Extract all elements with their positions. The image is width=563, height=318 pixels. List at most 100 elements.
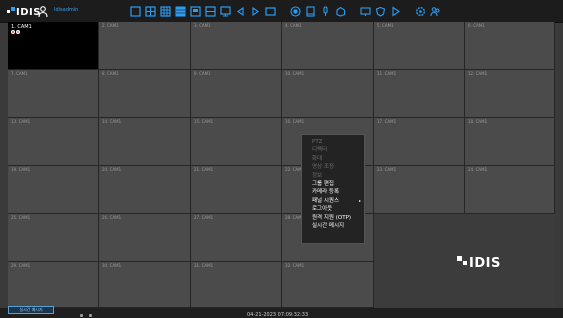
camera-label: 24. CAM1 [468, 167, 488, 172]
camera-label: 21. CAM1 [194, 167, 214, 172]
camera-cell[interactable]: 9. CAM1 [191, 70, 282, 118]
camera-cell[interactable]: 18. CAM1 [465, 118, 555, 166]
camera-cell[interactable]: 21. CAM1 [191, 166, 282, 214]
user-login-icon[interactable] [37, 4, 49, 18]
layout-custom-a-icon[interactable] [205, 6, 216, 17]
camera-cell[interactable]: 15. CAM1 [191, 118, 282, 166]
camera-cell[interactable]: 23. CAM1 [374, 166, 465, 214]
layout-5x5-icon[interactable] [190, 6, 201, 17]
camera-label: 23. CAM1 [377, 167, 397, 172]
camera-cell[interactable]: 14. CAM1 [99, 118, 191, 166]
shield-icon[interactable] [375, 6, 386, 17]
camera-label: 4. CAM1 [285, 23, 302, 28]
context-menu-item: 화대 [302, 155, 364, 163]
camera-cell[interactable]: 30. CAM1 [99, 262, 191, 308]
menu-item-label: 화대 [312, 155, 323, 162]
camera-cell[interactable]: 17. CAM1 [374, 118, 465, 166]
camera-cell[interactable]: 8. CAM1 [99, 70, 191, 118]
camera-label: 16. CAM1 [285, 119, 305, 124]
camera-label: 32. CAM1 [285, 263, 305, 268]
live-message-button[interactable]: 실시간 메시지 [8, 306, 54, 314]
fullscreen-icon[interactable] [265, 6, 276, 17]
camera-label: 18. CAM1 [468, 119, 488, 124]
context-menu-item: 정보 [302, 172, 364, 180]
camera-cell[interactable]: 11. CAM1 [374, 70, 465, 118]
camera-cell[interactable]: 4. CAM1 [282, 22, 374, 70]
layout-2x2-icon[interactable] [145, 6, 156, 17]
camera-cell[interactable]: 5. CAM1 [374, 22, 465, 70]
camera-cell[interactable]: 31. CAM1 [191, 262, 282, 308]
alarm-icon[interactable] [305, 6, 316, 17]
mic-icon[interactable] [320, 6, 331, 17]
next-group-icon[interactable] [250, 6, 261, 17]
camera-label: 20. CAM1 [102, 167, 122, 172]
play-icon[interactable] [390, 6, 401, 17]
camera-cell[interactable]: 3. CAM1 [191, 22, 282, 70]
menu-item-label: 원격 지원 (OTP) [312, 214, 352, 221]
camera-label: 17. CAM1 [377, 119, 397, 124]
camera-label: 10. CAM1 [285, 71, 305, 76]
camera-cell[interactable]: 26. CAM1 [99, 214, 191, 262]
camera-label: 19. CAM1 [11, 167, 31, 172]
top-toolbar: IDIS Idisadmin [0, 0, 563, 23]
camera-cell[interactable]: 6. CAM1 [465, 22, 555, 70]
camera-label: 15. CAM1 [194, 119, 214, 124]
camera-label: 26. CAM1 [102, 215, 122, 220]
settings-icon[interactable] [415, 6, 426, 17]
motion-indicator-icon [16, 30, 20, 34]
menu-item-label: 영상 조정 [312, 164, 334, 171]
watermark-text: IDIS [469, 256, 501, 271]
menu-item-label: 로그아웃 [312, 206, 333, 213]
context-menu-item: 영상 조정 [302, 163, 364, 171]
prev-group-icon[interactable] [235, 6, 246, 17]
context-menu-item[interactable]: 카메라 등록 [302, 188, 364, 196]
context-menu-item[interactable]: 패널 시퀀스 ▸ [302, 197, 364, 205]
context-menu-item[interactable]: 그룹 편집 [302, 180, 364, 188]
layout-4x4-icon[interactable] [175, 6, 186, 17]
camera-cell[interactable]: 19. CAM1 [8, 166, 99, 214]
camera-label: 8. CAM1 [102, 71, 119, 76]
camera-label: 27. CAM1 [194, 215, 214, 220]
camera-label: 30. CAM1 [102, 263, 122, 268]
camera-label: 25. CAM1 [11, 215, 31, 220]
layout-3x3-icon[interactable] [160, 6, 171, 17]
camera-label: 11. CAM1 [377, 71, 397, 76]
record-indicator-icon [11, 30, 15, 34]
camera-cell[interactable]: 7. CAM1 [8, 70, 99, 118]
camera-cell[interactable]: 2. CAM1 [99, 22, 191, 70]
camera-cell[interactable]: 10. CAM1 [282, 70, 374, 118]
camera-cell[interactable]: 27. CAM1 [191, 214, 282, 262]
context-menu-item: PTZ [302, 138, 364, 146]
camera-label: 12. CAM1 [468, 71, 488, 76]
idis-watermark-logo: IDIS [457, 256, 501, 271]
camera-cell[interactable]: 24. CAM1 [465, 166, 555, 214]
layout-custom-b-icon[interactable] [220, 6, 231, 17]
camera-label: 5. CAM1 [377, 23, 394, 28]
camera-label: 3. CAM1 [194, 23, 211, 28]
cube-icon[interactable] [335, 6, 346, 17]
camera-label: 6. CAM1 [468, 23, 485, 28]
camera-cell[interactable]: 1. CAM1 [8, 22, 99, 70]
record-icon[interactable] [290, 6, 301, 17]
menu-item-label: 카메라 등록 [312, 189, 340, 196]
context-menu-item[interactable]: 원격 지원 (OTP) [302, 214, 364, 222]
status-icons [80, 314, 92, 317]
camera-cell[interactable]: 25. CAM1 [8, 214, 99, 262]
camera-cell[interactable]: 13. CAM1 [8, 118, 99, 166]
users-icon[interactable] [430, 6, 441, 17]
display-icon[interactable] [360, 6, 371, 17]
context-menu-item[interactable]: 로그아웃 [302, 205, 364, 213]
layout-1x1-icon[interactable] [130, 6, 141, 17]
menu-item-label: 정보 [312, 172, 323, 179]
menu-item-label: 디펙터 [312, 147, 328, 154]
context-menu: PTZ 디펙터 화대영상 조정 정보 그룹 편집 카메라 등록 패널 시퀀스 ▸ 로그아웃 원격 … [301, 134, 365, 244]
context-menu-item[interactable]: 실시간 메시지 [302, 222, 364, 230]
camera-cell[interactable]: 29. CAM1 [8, 262, 99, 308]
camera-label: 29. CAM1 [11, 263, 31, 268]
camera-cell[interactable]: 20. CAM1 [99, 166, 191, 214]
camera-label: 7. CAM1 [11, 71, 28, 76]
camera-label: 31. CAM1 [194, 263, 214, 268]
datetime-display: 04-21-2023 07:09:32:33 [247, 312, 309, 318]
camera-cell[interactable]: 32. CAM1 [282, 262, 374, 308]
camera-cell[interactable]: 12. CAM1 [465, 70, 555, 118]
